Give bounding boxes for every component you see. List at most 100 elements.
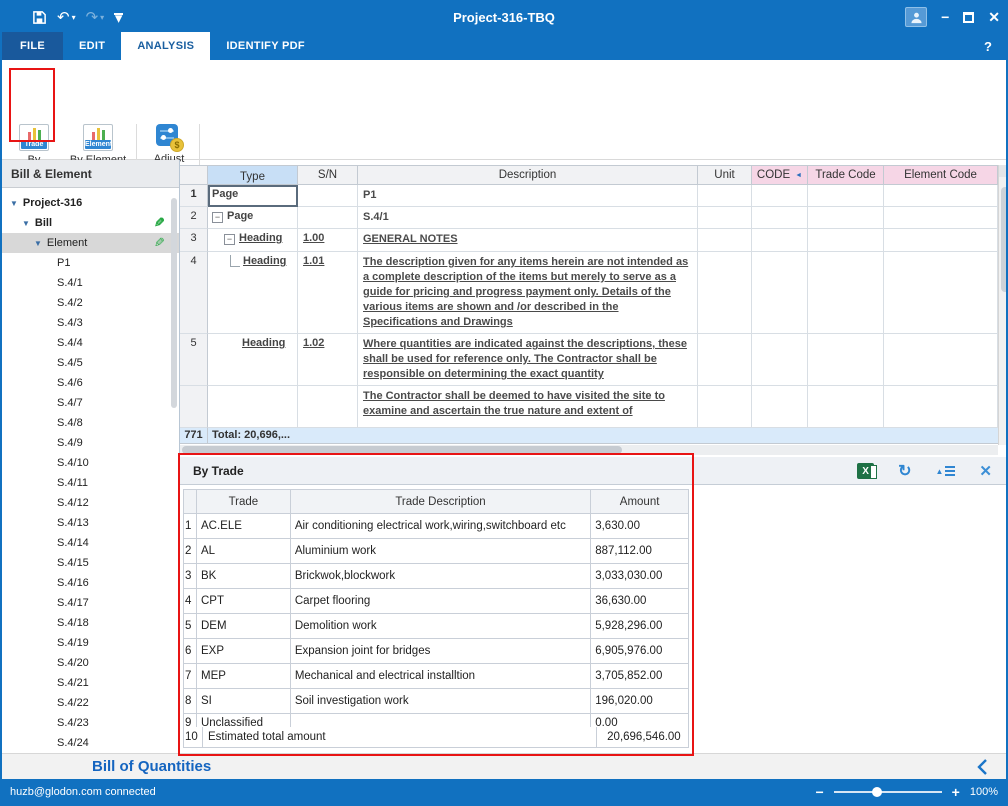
table-row[interactable]: 3−Heading1.00GENERAL NOTES <box>180 229 998 252</box>
description-cell[interactable]: Where quantities are indicated against t… <box>358 334 698 386</box>
main-table-horizontal-scrollbar[interactable] <box>180 445 998 455</box>
tree-item-s-4-9[interactable]: S.4/9 <box>2 433 179 453</box>
tree-item-s-4-12[interactable]: S.4/12 <box>2 493 179 513</box>
table-row[interactable]: The Contractor shall be deemed to have v… <box>180 386 998 428</box>
tree-item-p1[interactable]: P1 <box>2 253 179 273</box>
amount-cell[interactable]: 3,033,030.00 <box>591 564 689 589</box>
row-number[interactable]: 5 <box>180 334 208 386</box>
tree-item-s-4-23[interactable]: S.4/23 <box>2 713 179 733</box>
trade-description-cell[interactable]: Demolition work <box>291 614 591 639</box>
close-panel-icon[interactable]: ✕ <box>979 462 992 480</box>
by-trade-total-row[interactable]: 10Estimated total amount20,696,546.00 <box>184 727 689 748</box>
type-cell[interactable]: −Page <box>208 207 298 229</box>
refresh-icon[interactable]: ↻ <box>898 461 911 481</box>
unit-cell[interactable] <box>698 334 752 386</box>
export-excel-icon[interactable]: X <box>857 463 874 479</box>
amount-cell[interactable]: 0.00 <box>591 714 689 727</box>
code-cell[interactable] <box>752 229 808 252</box>
tree-item-s-4-5[interactable]: S.4/5 <box>2 353 179 373</box>
by-trade-row[interactable]: 9Unclassified0.00 <box>184 714 689 727</box>
type-cell[interactable]: Heading <box>208 334 298 386</box>
column-header-type[interactable]: Type <box>208 166 298 185</box>
column-header-unit[interactable]: Unit <box>698 166 752 185</box>
tree-item-s-4-10[interactable]: S.4/10 <box>2 453 179 473</box>
amount-cell[interactable]: 20,696,546.00 <box>597 727 689 748</box>
tree-item-s-4-11[interactable]: S.4/11 <box>2 473 179 493</box>
sn-cell[interactable] <box>298 386 358 428</box>
row-number[interactable]: 2 <box>180 207 208 229</box>
trade-cell[interactable]: BK <box>197 564 291 589</box>
tree-item-s-4-7[interactable]: S.4/7 <box>2 393 179 413</box>
sn-cell[interactable] <box>298 207 358 229</box>
type-cell[interactable]: −Heading <box>208 229 298 252</box>
trade-description-cell[interactable]: Aluminium work <box>291 539 591 564</box>
amount-cell[interactable]: 3,630.00 <box>591 514 689 539</box>
edit-pencil-icon[interactable]: ✎ <box>154 235 165 251</box>
maximize-button[interactable] <box>963 12 974 23</box>
by-trade-row[interactable]: 5DEMDemolition work5,928,296.00 <box>184 614 689 639</box>
sidebar-scrollbar[interactable] <box>171 198 177 408</box>
collapse-icon[interactable]: − <box>224 234 235 245</box>
scrollbar-thumb[interactable] <box>1001 187 1008 292</box>
column-header-description[interactable]: Description <box>358 166 698 185</box>
zoom-in-button[interactable]: + <box>952 784 960 800</box>
tree-expand-icon[interactable]: ▼ <box>34 239 42 248</box>
tree-item-s-4-21[interactable]: S.4/21 <box>2 673 179 693</box>
sort-panel-icon[interactable]: ▲ <box>936 466 956 476</box>
tree-item-s-4-6[interactable]: S.4/6 <box>2 373 179 393</box>
column-header-trade[interactable]: Trade <box>197 490 291 514</box>
tree-item-s-4-4[interactable]: S.4/4 <box>2 333 179 353</box>
table-row[interactable]: 2−PageS.4/1 <box>180 207 998 229</box>
row-number[interactable]: 3 <box>180 229 208 252</box>
description-cell[interactable]: The Contractor shall be deemed to have v… <box>358 386 698 428</box>
trade-cell[interactable] <box>808 334 884 386</box>
amount-cell[interactable]: 6,905,976.00 <box>591 639 689 664</box>
column-header-trade-description[interactable]: Trade Description <box>291 490 591 514</box>
unit-cell[interactable] <box>698 252 752 334</box>
trade-cell[interactable]: Unclassified <box>197 714 291 727</box>
tree-expand-icon[interactable]: ▼ <box>22 219 30 228</box>
tree-item-s-4-3[interactable]: S.4/3 <box>2 313 179 333</box>
tab-identify-pdf[interactable]: IDENTIFY PDF <box>210 32 321 60</box>
trade-description-cell[interactable]: Brickwok,blockwork <box>291 564 591 589</box>
trade-cell[interactable] <box>808 207 884 229</box>
elem-cell[interactable] <box>884 386 998 428</box>
unit-cell[interactable] <box>698 229 752 252</box>
collapse-chevron-icon[interactable] <box>976 758 988 781</box>
tree-item-s-4-24[interactable]: S.4/24 <box>2 733 179 753</box>
column-header-code[interactable]: CODE ◄ <box>752 166 808 185</box>
description-cell[interactable]: P1 <box>358 185 698 207</box>
trade-description-cell[interactable]: Carpet flooring <box>291 589 591 614</box>
column-header-amount[interactable]: Amount <box>591 490 689 514</box>
elem-cell[interactable] <box>884 229 998 252</box>
type-cell[interactable]: Page <box>208 185 298 207</box>
tree-item-s-4-18[interactable]: S.4/18 <box>2 613 179 633</box>
tree-item-element[interactable]: ▼ Element ✎ <box>2 233 179 253</box>
trade-cell[interactable] <box>808 252 884 334</box>
close-button[interactable]: ✕ <box>988 9 1000 26</box>
by-trade-row[interactable]: 6EXPExpansion joint for bridges6,905,976… <box>184 639 689 664</box>
help-icon[interactable]: ? <box>984 32 992 60</box>
unit-cell[interactable] <box>698 207 752 229</box>
table-row[interactable]: 1PageP1 <box>180 185 998 207</box>
sn-cell[interactable]: 1.00 <box>298 229 358 252</box>
tree-item-bill[interactable]: ▼ Bill ✎ <box>2 213 179 233</box>
tree-item-s-4-19[interactable]: S.4/19 <box>2 633 179 653</box>
unit-cell[interactable] <box>698 386 752 428</box>
amount-cell[interactable]: 36,630.00 <box>591 589 689 614</box>
unit-cell[interactable] <box>698 185 752 207</box>
trade-cell[interactable]: AC.ELE <box>197 514 291 539</box>
sn-cell[interactable] <box>298 185 358 207</box>
tree-item-s-4-17[interactable]: S.4/17 <box>2 593 179 613</box>
amount-cell[interactable]: 196,020.00 <box>591 689 689 714</box>
by-trade-row[interactable]: 1AC.ELEAir conditioning electrical work,… <box>184 514 689 539</box>
trade-cell[interactable] <box>808 185 884 207</box>
amount-cell[interactable]: 5,928,296.00 <box>591 614 689 639</box>
user-account-button[interactable] <box>905 7 927 27</box>
sn-cell[interactable]: 1.02 <box>298 334 358 386</box>
row-number[interactable] <box>180 386 208 428</box>
trade-cell[interactable] <box>808 229 884 252</box>
zoom-slider-knob[interactable] <box>872 787 882 797</box>
zoom-out-button[interactable]: − <box>815 784 823 800</box>
column-header-trade-code[interactable]: Trade Code <box>808 166 884 185</box>
